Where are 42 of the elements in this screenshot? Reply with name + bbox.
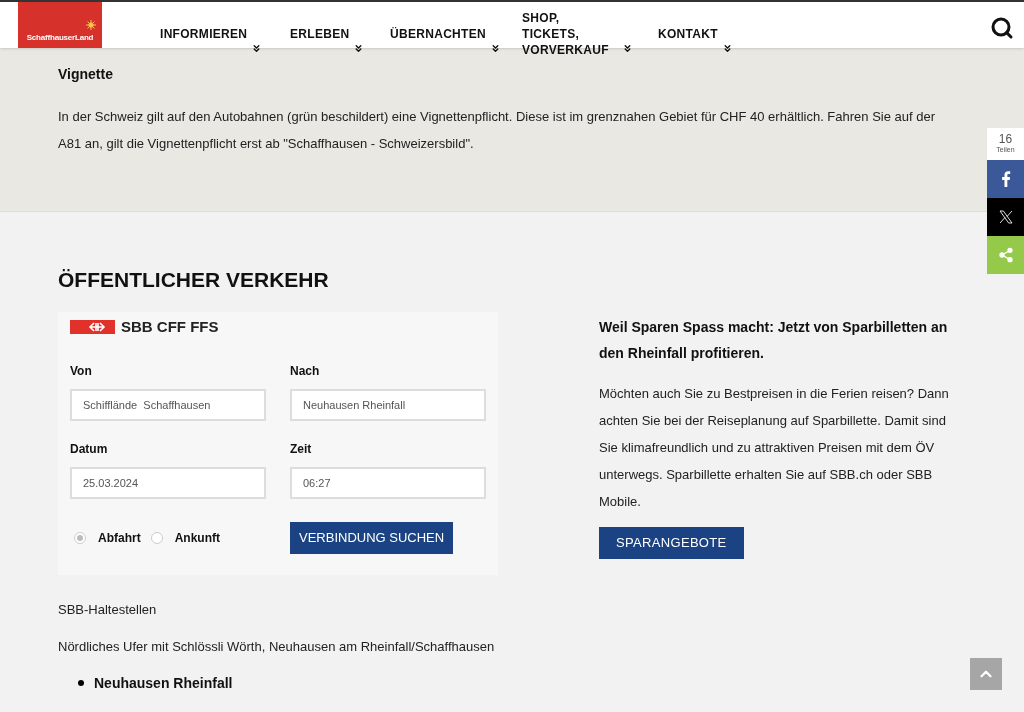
nav-item[interactable]: ERLEBEN (290, 10, 390, 58)
section-title: ÖFFENTLICHER VERKEHR (58, 267, 330, 293)
field-label: Nach (290, 363, 321, 380)
input-field[interactable]: 06:27 (290, 467, 486, 499)
input-field[interactable]: Neuhausen Rheinfall (290, 389, 486, 421)
share-button[interactable] (987, 198, 1024, 236)
sun-icon (86, 20, 96, 30)
radio-label: Ankunft (174, 530, 220, 547)
radio-button[interactable] (150, 532, 163, 544)
share-count: 16 (998, 132, 1013, 145)
search-connection-button[interactable]: VERBINDUNG SUCHEN (290, 522, 454, 554)
nav-item[interactable]: SHOP, TICKETS, VORVERKAUF (522, 10, 658, 58)
radio-label: Abfahrt (98, 530, 141, 547)
scroll-top-button[interactable] (970, 658, 1002, 690)
promo-text: Möchten auch Sie zu Bestpreisen in die Ferien reisen? Dann achten Sie bei der Reiseplanung auf Sparbillette. Damit sind Sie klimafreundlich und zu attraktiven Preisen mit dem ÖV unterwegs. Sparbillette erhalten Sie auf SBB.ch oder SBB Mobile. (599, 384, 950, 511)
stops-title: SBB-Haltestellen (58, 600, 158, 619)
chevron-icon (622, 43, 633, 54)
search-icon[interactable] (990, 16, 1014, 40)
input-field[interactable]: Schifflände Schaffhausen (70, 389, 266, 421)
share-button[interactable] (987, 160, 1024, 198)
savings-button[interactable]: SPARANGEBOTE (599, 526, 744, 559)
vignette-text: In der Schweiz gilt auf den Autobahnen (grün beschildert) eine Vignettenpflicht. Diese ist im grenznahen Gebiet für CHF 40 erhältlich. Fahren Sie auf der A81 an, gilt die Vignettenpflicht erst ab "Schaffhausen - Schweizersbild". (58, 108, 937, 153)
nav-item[interactable]: INFORMIEREN (160, 10, 290, 58)
share-icon (997, 247, 1014, 263)
field-label: Zeit (290, 441, 313, 458)
nav-item[interactable]: ÜBERNACHTEN (390, 10, 522, 58)
vignette-title: Vignette (58, 65, 114, 84)
sbb-logo-icon (70, 319, 115, 334)
x-logo-icon (997, 209, 1014, 225)
stop-item: Neuhausen Rheinfall (94, 673, 233, 693)
facebook-icon (1000, 171, 1011, 187)
logo-text: SchaffhauserLand (26, 32, 94, 44)
input-field[interactable]: 25.03.2024 (70, 467, 266, 499)
promo-title: Weil Sparen Spass macht: Jetzt von Sparbilletten an den Rheinfall profitieren. (599, 317, 949, 363)
field-label: Von (70, 363, 93, 380)
stops-text: Nördliches Ufer mit Schlössli Wörth, Neuhausen am Rheinfall/Schaffhausen (58, 638, 496, 656)
sbb-brand: SBB CFF FFS (121, 316, 219, 337)
logo[interactable]: SchaffhauserLand (18, 2, 102, 48)
radio-button[interactable] (74, 532, 86, 544)
field-label: Datum (70, 441, 109, 458)
bullet-icon (78, 680, 84, 686)
nav-item[interactable]: KONTAKT (658, 10, 738, 58)
